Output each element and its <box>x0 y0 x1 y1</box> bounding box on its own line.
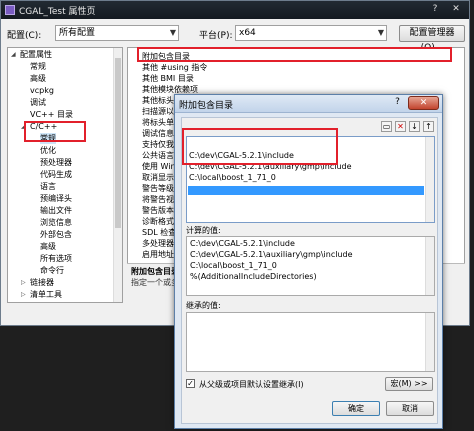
prop-additional-include-dirs[interactable]: 附加包含目录 <box>142 51 190 62</box>
inherited-values-box <box>186 312 435 372</box>
prop-row[interactable]: 其他 BMI 目录 <box>142 73 194 84</box>
prop-row[interactable]: SDL 检查 <box>142 227 176 238</box>
tree-item-vc-dirs[interactable]: VC++ 目录 <box>30 109 73 120</box>
tree-item-manifest[interactable]: 清单工具 <box>30 289 62 300</box>
tree-item-cmdline[interactable]: 命令行 <box>40 265 64 276</box>
editor-scrollbar[interactable] <box>425 137 434 222</box>
include-dirs-dialog: 附加包含目录 ? ✕ ▭ ✕ ↓ ↑ C:\dev\CGAL-5.2.1\inc… <box>174 94 443 429</box>
config-label: 配置(C): <box>7 31 42 41</box>
delete-icon[interactable]: ✕ <box>395 121 406 132</box>
help-button[interactable]: ? <box>391 97 404 109</box>
tree-item-output[interactable]: 输出文件 <box>40 205 72 216</box>
window-titlebar: CGAL_Test 属性页 ? ✕ <box>1 1 469 19</box>
tree-item-external[interactable]: 外部包含 <box>40 229 72 240</box>
move-down-icon[interactable]: ↓ <box>409 121 420 132</box>
cancel-button[interactable]: 取消 <box>386 401 434 416</box>
chevron-down-icon: ▼ <box>377 28 384 37</box>
move-up-icon[interactable]: ↑ <box>423 121 434 132</box>
tree-scrollbar[interactable] <box>113 48 122 302</box>
platform-value: x64 <box>239 28 256 38</box>
include-dirs-editor[interactable]: C:\dev\CGAL-5.2.1\include C:\dev\CGAL-5.… <box>186 136 435 223</box>
dialog-close-button[interactable]: ✕ <box>408 96 439 110</box>
tree-item-all-options[interactable]: 所有选项 <box>40 253 72 264</box>
macro-button[interactable]: 宏(M) >> <box>385 377 433 391</box>
collapsed-icon[interactable]: ▷ <box>21 291 26 298</box>
dialog-titlebar: 附加包含目录 ? ✕ <box>175 95 442 113</box>
tree-item-cpp[interactable]: C/C++ <box>30 121 57 132</box>
tree-item-cpp-general[interactable]: 常规 <box>40 133 56 144</box>
tree-item-config-props[interactable]: 配置属性 <box>20 49 52 60</box>
prop-row[interactable]: 警告版本 <box>142 205 174 216</box>
inherit-checkbox-label[interactable]: 从父级或项目默认设置继承(I) <box>199 379 304 390</box>
inherited-values-label: 继承的值: <box>186 301 221 310</box>
prop-row[interactable]: 警告等级 <box>142 183 174 194</box>
tree-item-linker[interactable]: 链接器 <box>30 277 54 288</box>
computed-line: C:\local\boost_1_71_0 <box>190 261 277 270</box>
settings-tree: ◢ 配置属性 常规 高级 vcpkg 调试 VC++ 目录 ◢ C/C++ 常规… <box>7 47 123 303</box>
prop-row[interactable]: 其他 #using 指令 <box>142 62 207 73</box>
description-text: 指定一个或多 <box>131 278 179 287</box>
tree-item-browse[interactable]: 浏览信息 <box>40 217 72 228</box>
scroll-thumb[interactable] <box>115 58 121 228</box>
help-icon[interactable]: ? <box>425 3 445 16</box>
entry-line[interactable]: C:\dev\CGAL-5.2.1\include <box>189 151 294 161</box>
expand-icon[interactable]: ◢ <box>21 123 26 130</box>
entry-line[interactable]: C:\dev\CGAL-5.2.1\auxiliary\gmp\include <box>189 162 352 172</box>
tree-item-general[interactable]: 常规 <box>30 61 46 72</box>
chevron-down-icon: ▼ <box>169 28 176 37</box>
platform-label: 平台(P): <box>199 31 233 41</box>
dialog-title: 附加包含目录 <box>179 101 234 111</box>
tree-item-language[interactable]: 语言 <box>40 181 56 192</box>
inherited-scrollbar[interactable] <box>425 313 434 371</box>
tree-item-codegen[interactable]: 代码生成 <box>40 169 72 180</box>
computed-line: %(AdditionalIncludeDirectories) <box>190 272 317 281</box>
collapsed-icon[interactable]: ▷ <box>21 279 26 286</box>
app-icon <box>5 5 15 15</box>
config-manager-button[interactable]: 配置管理器(O)... <box>399 25 465 53</box>
tree-item-debugging[interactable]: 调试 <box>30 97 46 108</box>
dialog-body: ▭ ✕ ↓ ↑ C:\dev\CGAL-5.2.1\include C:\dev… <box>181 117 438 424</box>
tree-item-vcpkg[interactable]: vcpkg <box>30 85 54 96</box>
config-select[interactable]: 所有配置 ▼ <box>55 25 179 41</box>
tree-item-optimization[interactable]: 优化 <box>40 145 56 156</box>
platform-select[interactable]: x64 ▼ <box>235 25 387 41</box>
ok-button[interactable]: 确定 <box>332 401 380 416</box>
computed-line: C:\dev\CGAL-5.2.1\include <box>190 239 295 248</box>
tree-item-cpp-advanced[interactable]: 高级 <box>40 241 56 252</box>
description-title: 附加包含目录 <box>131 267 179 276</box>
computed-values-label: 计算的值: <box>186 226 221 235</box>
computed-line: C:\dev\CGAL-5.2.1\auxiliary\gmp\include <box>190 250 353 259</box>
close-icon[interactable]: ✕ <box>446 3 466 16</box>
computed-scrollbar[interactable] <box>425 237 434 295</box>
tree-item-advanced[interactable]: 高级 <box>30 73 46 84</box>
computed-values-box: C:\dev\CGAL-5.2.1\include C:\dev\CGAL-5.… <box>186 236 435 296</box>
new-line-icon[interactable]: ▭ <box>381 121 392 132</box>
entry-line[interactable]: C:\local\boost_1_71_0 <box>189 173 276 183</box>
selected-empty-line[interactable] <box>188 186 424 195</box>
tree-item-preprocessor[interactable]: 预处理器 <box>40 157 72 168</box>
inherit-checkbox[interactable]: ✓ <box>186 379 195 388</box>
expand-icon[interactable]: ◢ <box>11 51 16 58</box>
config-value: 所有配置 <box>59 28 96 38</box>
window-title: CGAL_Test 属性页 <box>19 7 96 17</box>
tree-item-pch[interactable]: 预编译头 <box>40 193 72 204</box>
prop-row[interactable]: 诊断格式 <box>142 216 174 227</box>
